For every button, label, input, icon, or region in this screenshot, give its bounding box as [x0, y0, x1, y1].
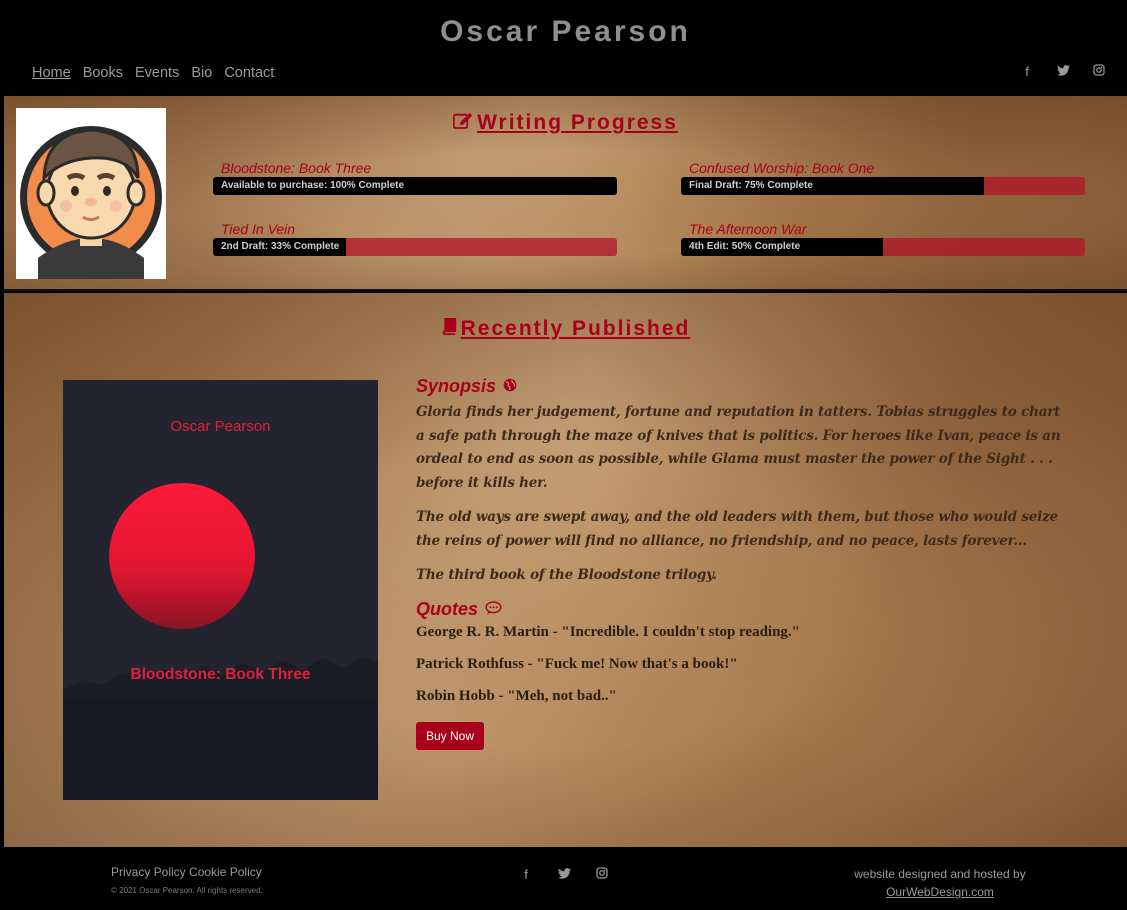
progress-book-title: Bloodstone: Book Three: [221, 160, 372, 176]
facebook-icon[interactable]: f: [1019, 64, 1035, 79]
book-icon: [441, 317, 457, 341]
copyright: © 2021 Oscar Pearson. All rights reserve…: [111, 886, 263, 895]
main-nav: Home Books Events Bio Contact: [32, 65, 274, 81]
nav-contact[interactable]: Contact: [224, 65, 274, 81]
synopsis-paragraph: The third book of the Bloodstone trilogy…: [416, 567, 717, 583]
site-title: Oscar Pearson: [440, 15, 691, 48]
synopsis-paragraph: The old ways are swept away, and the old…: [416, 509, 1058, 549]
book-cover: Oscar Pearson Bloodstone: Book Three: [63, 380, 378, 800]
quotes-title: Quotes: [416, 598, 479, 619]
cover-title: Bloodstone: Book Three: [130, 666, 311, 683]
cover-author: Oscar Pearson: [170, 418, 271, 435]
book-details: Synopsis Gloria finds her judgement, for…: [416, 376, 1061, 750]
privacy-policy-link[interactable]: Privacy Policy: [111, 865, 186, 879]
nav-home[interactable]: Home: [32, 65, 71, 81]
facebook-icon[interactable]: f: [518, 867, 534, 882]
credit-text: website designed and hosted by: [854, 867, 1026, 881]
nav-books[interactable]: Books: [83, 65, 123, 81]
progress-bar: 4th Edit: 50% Complete: [681, 238, 1085, 256]
writing-progress-title: Writing Progress: [477, 111, 678, 134]
quote-item: George R. R. Martin - "Incredible. I cou…: [416, 623, 801, 640]
quotes-list: George R. R. Martin - "Incredible. I cou…: [416, 624, 1061, 705]
quote-item: Robin Hobb - "Meh, not bad..": [416, 687, 617, 704]
progress-label: Final Draft: 75% Complete: [689, 180, 813, 191]
progress-bar: 2nd Draft: 33% Complete: [213, 238, 617, 256]
twitter-icon[interactable]: [556, 867, 572, 882]
nav-events[interactable]: Events: [135, 65, 179, 81]
synopsis-title: Synopsis: [416, 376, 497, 396]
globe-icon: [503, 378, 517, 396]
site-footer: Privacy Policy Cookie Policy © 2021 Osca…: [4, 847, 1127, 910]
progress-label: 2nd Draft: 33% Complete: [221, 241, 340, 252]
progress-bar: Available to purchase: 100% Complete: [213, 177, 617, 195]
buy-now-button[interactable]: Buy Now: [416, 721, 485, 750]
recently-published-section: Recently Published Oscar Pearson Bloodst…: [4, 293, 1127, 847]
speech-bubble-icon: [485, 600, 502, 619]
cookie-policy-link[interactable]: Cookie Policy: [189, 865, 262, 879]
instagram-icon[interactable]: [594, 867, 610, 882]
header-social: f: [1019, 64, 1107, 79]
nav-bio[interactable]: Bio: [191, 65, 212, 81]
quotes-heading: Quotes: [416, 599, 1061, 620]
instagram-icon[interactable]: [1091, 64, 1107, 79]
progress-item: Confused Worship: Book One Final Draft: …: [681, 160, 1085, 195]
recently-published-title: Recently Published: [460, 317, 691, 340]
footer-social: f: [518, 867, 610, 882]
progress-book-title: Confused Worship: Book One: [689, 160, 875, 176]
quote-item: Patrick Rothfuss - "Fuck me! Now that's …: [416, 655, 738, 672]
writing-progress-section: Writing Progress Bloodstone: Book Three …: [4, 96, 1127, 291]
twitter-icon[interactable]: [1055, 64, 1071, 79]
ourwebdesign-link[interactable]: OurWebDesign.com: [824, 883, 1056, 901]
progress-item: Bloodstone: Book Three Available to purc…: [213, 160, 617, 195]
progress-label: Available to purchase: 100% Complete: [221, 180, 405, 191]
progress-item: The Afternoon War 4th Edit: 50% Complete: [681, 221, 1085, 256]
site-header: Oscar Pearson Home Books Events Bio Cont…: [4, 0, 1127, 96]
footer-credit: website designed and hosted by OurWebDes…: [824, 865, 1056, 901]
progress-item: Tied In Vein 2nd Draft: 33% Complete: [213, 221, 617, 256]
progress-book-title: The Afternoon War: [689, 221, 807, 237]
recently-published-heading: Recently Published: [4, 317, 1127, 341]
footer-links: Privacy Policy Cookie Policy: [111, 865, 262, 879]
edit-icon: [453, 112, 473, 135]
synopsis-paragraph: Gloria finds her judgement, fortune and …: [416, 404, 1061, 491]
synopsis-text: Gloria finds her judgement, fortune and …: [416, 401, 1061, 588]
progress-book-title: Tied In Vein: [221, 221, 296, 237]
progress-bar: Final Draft: 75% Complete: [681, 177, 1085, 195]
writing-progress-heading: Writing Progress: [4, 111, 1127, 135]
synopsis-heading: Synopsis: [416, 376, 1061, 397]
progress-label: 4th Edit: 50% Complete: [689, 241, 801, 252]
